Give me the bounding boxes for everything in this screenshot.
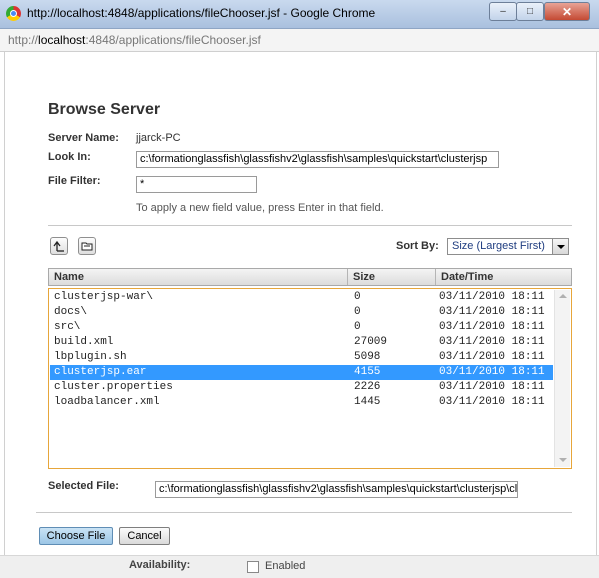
file-name-cell: loadbalancer.xml	[54, 396, 160, 408]
file-size-cell: 27009	[354, 336, 388, 348]
file-row[interactable]: cluster.properties 2226 03/11/2010 18:11	[50, 380, 553, 395]
file-list[interactable]: loadbalancer.xml 1445 03/11/2010 18:11 clus…	[48, 288, 572, 469]
file-name-cell: lbplugin.sh	[54, 351, 127, 363]
enabled-label: Enabled	[265, 560, 306, 572]
file-name-cell: build.xml	[54, 336, 114, 348]
file-date-cell: 03/11/2010 18:11	[439, 321, 545, 333]
look-in-label: Look In:	[48, 151, 91, 163]
sort-by-value: Size (Largest First)	[452, 240, 545, 252]
file-filter-field[interactable]: *	[136, 176, 257, 193]
maximize-icon: □	[526, 6, 534, 17]
file-name-cell: src\	[54, 321, 81, 333]
address-bar[interactable]: http://localhost:4848/applications/fileC…	[0, 29, 599, 52]
cancel-button[interactable]: Cancel	[119, 527, 170, 545]
selected-file-label: Selected File:	[48, 480, 119, 492]
new-folder-button[interactable]	[78, 237, 96, 255]
file-filter-label: File Filter:	[48, 175, 101, 187]
file-date-cell: 03/11/2010 18:11	[439, 381, 545, 393]
file-size-cell: 0	[354, 321, 361, 333]
file-size-cell: 5098	[354, 351, 381, 363]
selected-file-field[interactable]: c:\formationglassfish\glassfishv2\glassf…	[155, 481, 518, 498]
minimize-icon: –	[500, 6, 506, 17]
availability-label: Availability:	[129, 559, 191, 571]
file-row[interactable]: clusterjsp.ear 4155 03/11/2010 18:11	[50, 365, 553, 380]
folder-up-button[interactable]	[50, 237, 68, 255]
file-name-cell: clusterjsp-war\	[54, 291, 154, 303]
file-date-cell: 03/11/2010 18:11	[439, 366, 545, 378]
file-row[interactable]: build.xml 27009 03/11/2010 18:11	[50, 335, 553, 350]
chevron-down-icon[interactable]	[552, 239, 568, 254]
file-size-cell: 1445	[354, 396, 381, 408]
column-header-size[interactable]: Size	[348, 269, 436, 285]
window-title: http://localhost:4848/applications/fileC…	[27, 6, 376, 20]
file-date-cell: 03/11/2010 18:11	[439, 336, 545, 348]
column-header-date[interactable]: Date/Time	[436, 269, 571, 285]
file-row[interactable]: lbplugin.sh 5098 03/11/2010 18:11	[50, 350, 553, 365]
close-icon: ✕	[561, 4, 573, 19]
divider	[36, 512, 572, 513]
file-size-cell: 2226	[354, 381, 381, 393]
minimize-button[interactable]: –	[489, 2, 517, 21]
server-name-label: Server Name:	[48, 132, 119, 144]
file-size-cell: 4155	[354, 366, 381, 378]
file-name-cell: docs\	[54, 306, 88, 318]
file-size-cell: 0	[354, 291, 361, 303]
file-name-cell: cluster.properties	[54, 381, 173, 393]
sort-by-select[interactable]: Size (Largest First)	[447, 238, 569, 255]
window-titlebar: http://localhost:4848/applications/fileC…	[0, 0, 599, 29]
scroll-down-icon[interactable]	[559, 458, 567, 462]
scroll-up-icon[interactable]	[559, 294, 567, 298]
server-name-value: jjarck-PC	[136, 132, 181, 144]
file-size-cell: 0	[354, 306, 361, 318]
close-button[interactable]: ✕	[544, 2, 590, 21]
enabled-checkbox[interactable]	[247, 561, 259, 573]
sort-by-label: Sort By:	[396, 240, 439, 252]
file-date-cell: 03/11/2010 18:11	[439, 396, 545, 408]
file-date-cell: 03/11/2010 18:11	[439, 291, 545, 303]
file-row[interactable]: clusterjsp-war\ 0 03/11/2010 18:11	[50, 290, 553, 305]
page-title: Browse Server	[48, 101, 161, 118]
look-in-field[interactable]: c:\formationglassfish\glassfishv2\glassf…	[136, 151, 499, 168]
file-row[interactable]: docs\ 0 03/11/2010 18:11	[50, 305, 553, 320]
file-name-cell: clusterjsp.ear	[54, 366, 147, 378]
file-table-header: Name Size Date/Time	[48, 268, 572, 286]
vertical-scrollbar[interactable]	[554, 290, 570, 467]
chrome-logo-icon	[6, 6, 21, 21]
filter-hint: To apply a new field value, press Enter …	[136, 202, 384, 214]
file-date-cell: 03/11/2010 18:11	[439, 351, 545, 363]
folder-up-icon	[53, 240, 64, 252]
new-folder-icon	[81, 242, 93, 251]
column-header-name[interactable]: Name	[49, 269, 348, 285]
choose-file-button[interactable]: Choose File	[39, 527, 113, 545]
maximize-button[interactable]: □	[516, 2, 544, 21]
background-page: Availability: Enabled	[0, 555, 599, 578]
file-row[interactable]: loadbalancer.xml 1445 03/11/2010 18:11	[50, 395, 553, 410]
file-date-cell: 03/11/2010 18:11	[439, 306, 545, 318]
file-row[interactable]: src\ 0 03/11/2010 18:11	[50, 320, 553, 335]
address-url: http://localhost:4848/applications/fileC…	[8, 33, 261, 47]
divider	[48, 225, 572, 226]
